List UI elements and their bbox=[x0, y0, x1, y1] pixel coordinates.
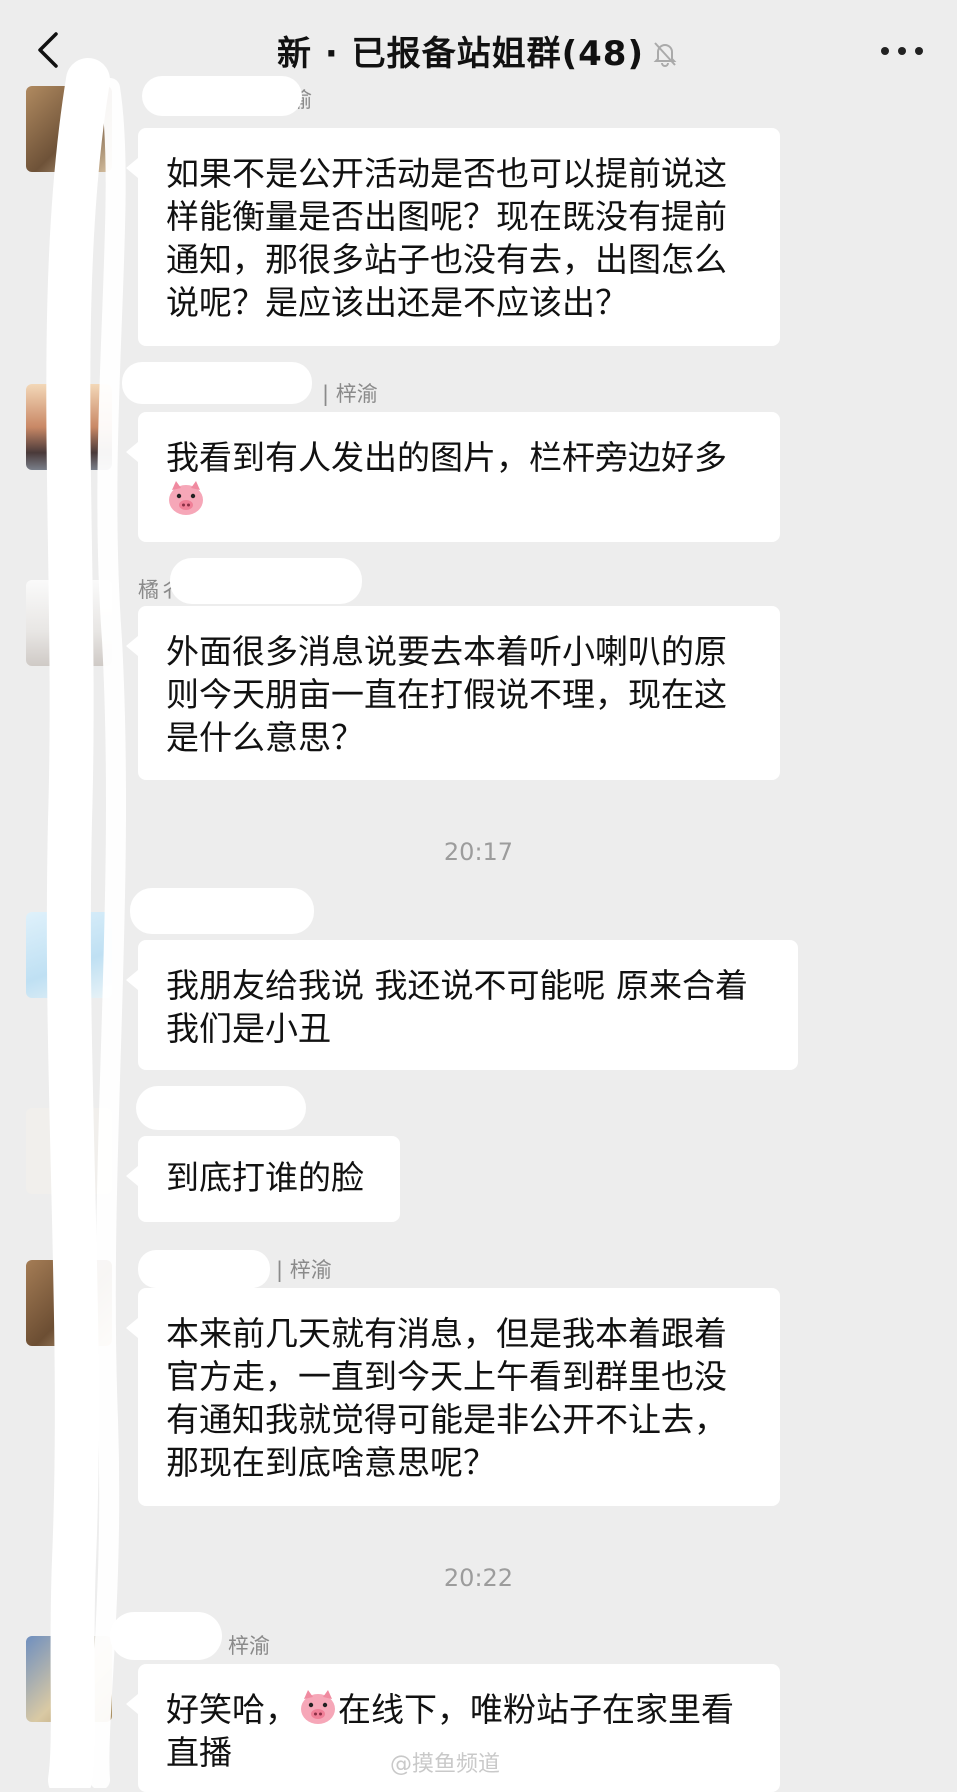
message-bubble[interactable]: 到底打谁的脸 bbox=[126, 1136, 400, 1222]
message-line: 如果不是公开活动是否也可以提前说这 bbox=[166, 154, 727, 193]
watermark: @摸鱼频道 bbox=[390, 1752, 501, 1777]
message-line: 到底打谁的脸 bbox=[166, 1158, 364, 1197]
message-line: 官方走，一直到今天上午看到群里也没 bbox=[166, 1357, 727, 1396]
redaction-blot bbox=[110, 1612, 222, 1660]
redaction-blot bbox=[136, 1086, 306, 1130]
chat-header: 新 · 已报备站姐群(48) bbox=[0, 0, 957, 100]
message-text: 在线下，唯粉站子在家里看 bbox=[338, 1690, 734, 1729]
message-bubble[interactable]: 外面很多消息说要去本着听小喇叭的原 则今天朋亩一直在打假说不理，现在这 是什么意… bbox=[126, 606, 780, 780]
message-line: 则今天朋亩一直在打假说不理，现在这 bbox=[166, 675, 727, 714]
message-line: 通知，那很多站子也没有去，出图怎么 bbox=[166, 240, 727, 279]
group-name: 新 · 已报备站姐群(48) bbox=[277, 34, 644, 74]
redaction-blot bbox=[122, 362, 312, 404]
avatar[interactable] bbox=[26, 1260, 112, 1346]
avatar[interactable] bbox=[26, 384, 112, 470]
message-line: 本来前几天就有消息，但是我本着跟着 bbox=[166, 1314, 727, 1353]
sender-name: 梓渝 bbox=[228, 1634, 270, 1658]
message-line: 我们是小丑 bbox=[166, 1009, 331, 1048]
more-dots-icon[interactable] bbox=[877, 36, 927, 66]
bell-off-icon bbox=[653, 42, 677, 67]
message-text: 好笑哈， bbox=[166, 1690, 298, 1729]
message-bubble[interactable]: 我朋友给我说 我还说不可能呢 原来合着 我们是小丑 bbox=[126, 940, 798, 1070]
message-bubble[interactable]: 本来前几天就有消息，但是我本着跟着 官方走，一直到今天上午看到群里也没 有通知我… bbox=[126, 1288, 780, 1506]
avatar[interactable] bbox=[26, 86, 112, 172]
timestamp: 20:17 bbox=[443, 838, 514, 866]
message-line: 样能衡量是否出图呢？现在既没有提前 bbox=[166, 197, 727, 236]
chat-title: 新 · 已报备站姐群(48) bbox=[0, 26, 957, 75]
redaction-blot bbox=[130, 888, 314, 934]
message-line: 那现在到底啥意思呢？ bbox=[166, 1443, 496, 1482]
redaction-blot bbox=[170, 558, 362, 604]
avatar[interactable] bbox=[26, 912, 112, 998]
avatar[interactable] bbox=[26, 580, 112, 666]
message-line: 我朋友给我说 我还说不可能呢 原来合着 bbox=[166, 966, 748, 1005]
avatar[interactable] bbox=[26, 1108, 112, 1194]
message-bubble[interactable]: 如果不是公开活动是否也可以提前说这 样能衡量是否出图呢？现在既没有提前 通知，那… bbox=[126, 128, 780, 346]
message-line: 说呢？是应该出还是不应该出？ bbox=[166, 283, 628, 322]
message-line: 我看到有人发出的图片，栏杆旁边好多 bbox=[166, 438, 727, 477]
message-bubble[interactable]: 我看到有人发出的图片，栏杆旁边好多 bbox=[126, 412, 780, 542]
pig-face-emoji bbox=[301, 1690, 335, 1724]
sender-name: | 梓渝 bbox=[322, 382, 378, 406]
avatar[interactable] bbox=[26, 1636, 112, 1722]
sender-name: | 梓渝 bbox=[276, 1258, 332, 1282]
redaction-blot bbox=[138, 1250, 270, 1288]
message-line: 是什么意思？ bbox=[166, 718, 364, 757]
timestamp: 20:22 bbox=[443, 1564, 514, 1592]
pig-face-emoji bbox=[169, 481, 203, 515]
message-line: 外面很多消息说要去本着听小喇叭的原 bbox=[166, 632, 727, 671]
message-line: 有通知我就觉得可能是非公开不让去， bbox=[166, 1400, 727, 1439]
redaction-blot bbox=[142, 76, 302, 116]
